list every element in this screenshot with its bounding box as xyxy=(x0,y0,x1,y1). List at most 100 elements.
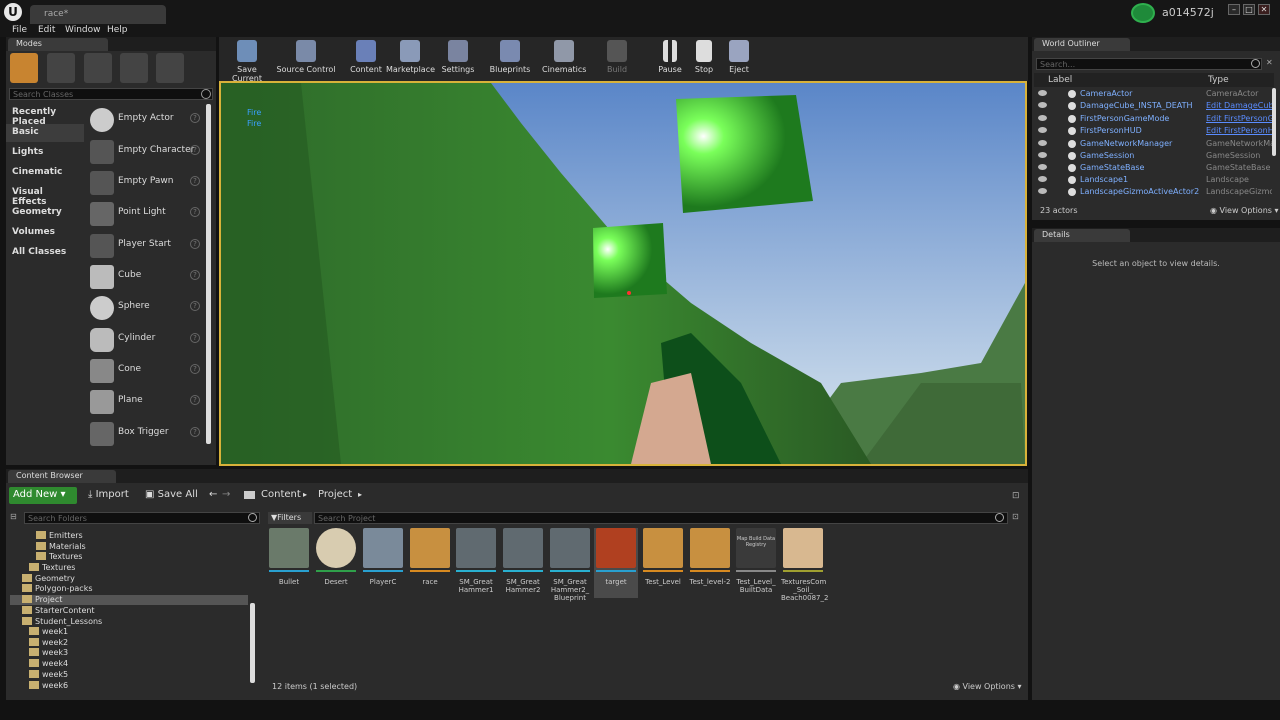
help-icon[interactable]: ? xyxy=(190,145,200,155)
breadcrumb-content[interactable]: Content xyxy=(261,489,301,500)
add-new-button[interactable]: Add New ▾ xyxy=(9,487,77,504)
stop-button[interactable]: Stop xyxy=(690,40,718,78)
asset-tile[interactable]: Map Build Data Registry Test_Level_ Built… xyxy=(734,528,778,598)
menu-window[interactable]: Window xyxy=(65,25,101,35)
folder-item[interactable]: StarterContent xyxy=(22,606,95,617)
lock-icon[interactable]: ⊡ xyxy=(1012,491,1020,501)
column-label[interactable]: Label xyxy=(1048,75,1072,85)
outliner-row[interactable]: FirstPersonGameMode Edit FirstPersonG xyxy=(1036,113,1274,125)
folder-item[interactable]: week1 xyxy=(29,627,68,638)
column-type[interactable]: Type xyxy=(1208,75,1229,85)
filters-dropdown[interactable]: ▼Filters xyxy=(268,512,312,524)
help-icon[interactable]: ? xyxy=(190,207,200,217)
folder-item-selected[interactable]: Project xyxy=(22,595,62,606)
eject-button[interactable]: Eject xyxy=(725,40,753,78)
document-tab[interactable]: race* xyxy=(30,5,166,24)
asset-tile[interactable]: Desert xyxy=(314,528,358,598)
outliner-row[interactable]: FirstPersonHUD Edit FirstPersonH xyxy=(1036,125,1274,137)
asset-tile[interactable]: Bullet xyxy=(267,528,311,598)
outliner-search-input[interactable]: Search... xyxy=(1036,58,1262,70)
collapse-tree-icon[interactable]: ⊟ xyxy=(10,512,22,522)
outliner-row[interactable]: GameStateBase GameStateBase xyxy=(1036,162,1274,174)
world-outliner-tab[interactable]: World Outliner xyxy=(1034,38,1130,51)
category-lights[interactable]: Lights xyxy=(6,144,84,162)
folder-item[interactable]: week5 xyxy=(29,670,68,681)
search-folders-input[interactable]: Search Folders xyxy=(24,512,260,524)
category-volumes[interactable]: Volumes xyxy=(6,224,84,242)
geometry-mode-icon[interactable] xyxy=(156,53,184,83)
details-tab[interactable]: Details xyxy=(1034,229,1130,242)
save-all-button[interactable]: ▣ Save All xyxy=(145,489,198,500)
eye-icon[interactable] xyxy=(1038,164,1047,170)
source-control-button[interactable]: Source Control xyxy=(276,40,336,78)
help-icon[interactable]: ? xyxy=(190,239,200,249)
landscape-mode-icon[interactable] xyxy=(84,53,112,83)
save-current-button[interactable]: Save Current xyxy=(222,40,272,83)
category-basic[interactable]: Basic xyxy=(6,124,84,142)
menu-help[interactable]: Help xyxy=(107,25,128,35)
asset-tile[interactable]: SM_Great Hammer1 xyxy=(454,528,498,598)
outliner-row[interactable]: GameNetworkManager GameNetworkMar xyxy=(1036,138,1274,150)
maximize-icon[interactable]: □ xyxy=(1243,4,1255,15)
menu-edit[interactable]: Edit xyxy=(38,25,55,35)
blueprints-button[interactable]: Blueprints xyxy=(488,40,532,78)
outliner-settings-icon[interactable]: ✕ xyxy=(1266,58,1276,70)
paint-mode-icon[interactable] xyxy=(47,53,75,83)
category-recently-placed[interactable]: Recently Placed xyxy=(6,104,84,127)
outliner-row[interactable]: DamageCube_INSTA_DEATH Edit DamageCub xyxy=(1036,100,1274,112)
modes-tab[interactable]: Modes xyxy=(8,38,108,51)
floating-cube-2[interactable] xyxy=(593,223,667,298)
eye-icon[interactable] xyxy=(1038,188,1047,194)
actor-sphere[interactable]: Sphere? xyxy=(86,293,206,323)
help-icon[interactable]: ? xyxy=(190,176,200,186)
game-scene[interactable] xyxy=(221,83,1025,464)
eye-icon[interactable] xyxy=(1038,115,1047,121)
folder-item[interactable]: week6 xyxy=(29,681,68,692)
eye-icon[interactable] xyxy=(1038,127,1047,133)
marketplace-button[interactable]: Marketplace xyxy=(386,40,435,78)
folder-item[interactable]: week4 xyxy=(29,659,68,670)
category-cinematic[interactable]: Cinematic xyxy=(6,164,84,182)
actor-empty-character[interactable]: Empty Character? xyxy=(86,137,206,167)
search-project-input[interactable]: Search Project xyxy=(314,512,1008,524)
outliner-scrollbar[interactable] xyxy=(1272,88,1276,156)
actor-box-trigger[interactable]: Box Trigger? xyxy=(86,419,206,449)
settings-button[interactable]: Settings xyxy=(440,40,476,78)
outliner-row-type-link[interactable]: Edit DamageCub xyxy=(1206,101,1272,110)
actor-empty-pawn[interactable]: Empty Pawn? xyxy=(86,168,206,198)
asset-view-options[interactable]: ◉ View Options ▾ xyxy=(953,682,1022,691)
help-icon[interactable]: ? xyxy=(190,333,200,343)
outliner-view-options[interactable]: ◉ View Options ▾ xyxy=(1210,206,1279,215)
eye-icon[interactable] xyxy=(1038,152,1047,158)
eye-icon[interactable] xyxy=(1038,140,1047,146)
save-search-icon[interactable]: ⊡ xyxy=(1012,512,1019,521)
actor-empty-actor[interactable]: Empty Actor? xyxy=(86,105,206,135)
category-visual-effects[interactable]: Visual Effects xyxy=(6,184,84,207)
eye-icon[interactable] xyxy=(1038,176,1047,182)
forward-arrow-icon[interactable]: → xyxy=(222,489,230,500)
actor-cone[interactable]: Cone? xyxy=(86,356,206,386)
category-all-classes[interactable]: All Classes xyxy=(6,244,84,262)
menu-file[interactable]: File xyxy=(12,25,27,35)
build-button[interactable]: Build xyxy=(602,40,632,78)
unreal-logo-icon[interactable]: U xyxy=(4,3,22,21)
category-geometry[interactable]: Geometry xyxy=(6,204,84,222)
outliner-row[interactable]: CameraActor CameraActor xyxy=(1036,88,1274,100)
minimize-icon[interactable]: – xyxy=(1228,4,1240,15)
folder-item[interactable]: Polygon-packs xyxy=(22,584,93,595)
source-control-user-icon[interactable] xyxy=(1131,3,1155,23)
asset-tile[interactable]: race xyxy=(408,528,452,598)
folder-item[interactable]: Textures xyxy=(29,563,75,574)
help-icon[interactable]: ? xyxy=(190,395,200,405)
help-icon[interactable]: ? xyxy=(190,364,200,374)
modes-scrollbar[interactable] xyxy=(206,104,211,444)
content-button[interactable]: Content xyxy=(348,40,384,78)
asset-tile[interactable]: SM_Great Hammer2_ Blueprint xyxy=(548,528,592,602)
asset-tile[interactable]: TexturesCom _Soil_ Beach0087_2 xyxy=(781,528,828,602)
actor-player-start[interactable]: Player Start? xyxy=(86,231,206,261)
actor-plane[interactable]: Plane? xyxy=(86,387,206,417)
back-arrow-icon[interactable]: ← xyxy=(209,489,217,500)
asset-tile[interactable]: Test_Level xyxy=(641,528,685,598)
floating-cube-1[interactable] xyxy=(676,95,813,213)
place-mode-icon[interactable] xyxy=(10,53,38,83)
